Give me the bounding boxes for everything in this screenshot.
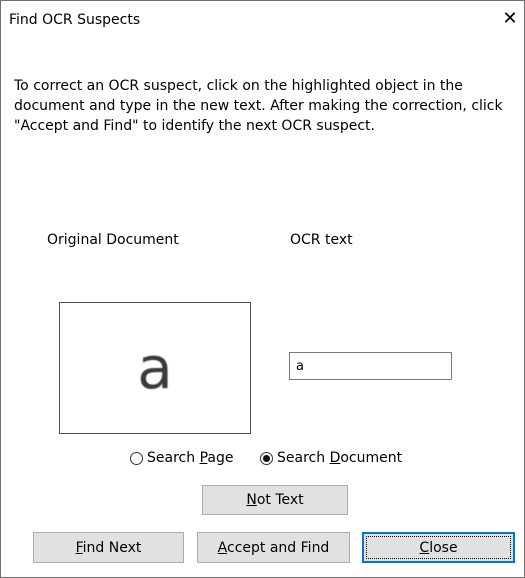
dialog-title: Find OCR Suspects (9, 12, 141, 28)
search-document-label: Search Document (277, 450, 403, 466)
ocr-text-label: OCR text (290, 232, 353, 248)
focus-ring (366, 536, 511, 559)
accept-and-find-button[interactable]: Accept and Find (197, 532, 350, 563)
close-button[interactable]: Close (362, 532, 515, 563)
search-document-radio-option[interactable]: Search Document (260, 450, 402, 466)
find-ocr-suspects-dialog: Find OCR Suspects ✕ To correct an OCR su… (0, 0, 525, 578)
search-page-label: Search Page (147, 450, 234, 466)
not-text-button-label: Not Text (246, 492, 304, 508)
find-next-button-label: Find Next (75, 539, 142, 556)
original-document-label: Original Document (47, 232, 179, 248)
title-bar: Find OCR Suspects ✕ (1, 1, 524, 41)
search-document-radio[interactable] (260, 451, 273, 465)
search-page-radio[interactable] (130, 451, 143, 465)
search-page-radio-option[interactable]: Search Page (130, 450, 233, 466)
instructions-text: To correct an OCR suspect, click on the … (14, 78, 503, 134)
close-icon[interactable]: ✕ (500, 9, 520, 29)
not-text-button[interactable]: Not Text (202, 485, 348, 515)
accept-and-find-button-label: Accept and Find (217, 539, 330, 556)
find-next-button[interactable]: Find Next (33, 532, 184, 563)
ocr-text-input[interactable] (289, 352, 452, 380)
original-document-preview: a (59, 302, 251, 434)
preview-glyph: a (137, 334, 173, 402)
